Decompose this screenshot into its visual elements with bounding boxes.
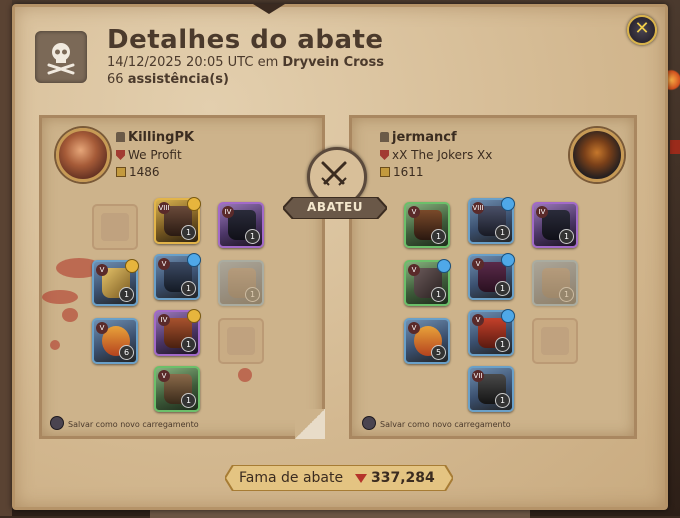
- victim-card: jermancf xX The Jokers Xx 1611 V1 VIII 1 …: [349, 115, 637, 439]
- kill-details-panel: Detalhes do abate 14/12/2025 20:05 UTC e…: [12, 4, 668, 510]
- paper-curl: [295, 409, 325, 439]
- killer-name-text: KillingPK: [128, 130, 195, 145]
- blood-splatter: [238, 368, 252, 382]
- killer-card: KillingPK We Profit 1486 VIII 1 IV 1 V1 V1: [39, 115, 325, 439]
- page-title: Detalhes do abate: [107, 25, 384, 55]
- killer-potion-item[interactable]: V6: [92, 318, 138, 364]
- victim-head-item[interactable]: VIII 1: [468, 197, 515, 244]
- killer-head-item[interactable]: VIII 1: [154, 197, 201, 244]
- victim-shoes-item[interactable]: V1: [468, 309, 515, 356]
- killer-mount-item[interactable]: V1: [154, 366, 200, 412]
- save-loadout-icon: [362, 416, 376, 430]
- victim-avatar[interactable]: [570, 128, 624, 182]
- kill-location: Dryvein Cross: [282, 55, 384, 70]
- blood-splatter: [50, 340, 60, 350]
- victim-potion-item[interactable]: V5: [404, 318, 450, 364]
- victim-chest-item[interactable]: V1: [468, 253, 515, 300]
- close-icon: ✕: [634, 18, 650, 39]
- victim-mount-item[interactable]: VII 1: [468, 366, 514, 412]
- victim-save-loadout[interactable]: Salvar como novo carregamento: [362, 416, 511, 430]
- location-prefix: em: [257, 55, 279, 70]
- killer-cape-item[interactable]: IV 1: [218, 202, 264, 248]
- victim-name-text: jermancf: [392, 130, 457, 145]
- victim-save-loadout-label: Salvar como novo carregamento: [380, 420, 511, 429]
- close-button[interactable]: ✕: [627, 15, 657, 45]
- verdict-label: ABATEU: [307, 200, 363, 214]
- lock-icon: [380, 132, 389, 142]
- victim-item-power-text: 1611: [393, 165, 424, 179]
- fame-value: 337,284: [371, 470, 435, 486]
- victim-item-power: 1611: [380, 165, 424, 179]
- kill-fame-banner: Fama de abate 337,284: [225, 465, 453, 491]
- skull-icon: [35, 31, 87, 83]
- blood-splatter: [62, 308, 78, 322]
- guild-shield-icon: [116, 150, 125, 160]
- killer-shoes-item[interactable]: IV 1: [154, 309, 201, 356]
- save-loadout-icon: [50, 416, 64, 430]
- empty-bag-slot: [92, 204, 138, 250]
- lock-icon: [116, 132, 125, 142]
- victim-name[interactable]: jermancf: [380, 130, 457, 145]
- victim-cape-item[interactable]: IV 1: [532, 202, 578, 248]
- killer-offhand-item[interactable]: 1: [218, 260, 264, 306]
- killer-name[interactable]: KillingPK: [116, 130, 194, 145]
- assists-line: 66 assistência(s): [107, 72, 229, 87]
- guild-shield-icon: [380, 150, 389, 160]
- empty-food-slot: [532, 318, 578, 364]
- kill-time-location: 14/12/2025 20:05 UTC em Dryvein Cross: [107, 55, 384, 70]
- killer-chest-item[interactable]: V1: [154, 253, 201, 300]
- assists-count: 66: [107, 72, 124, 87]
- item-power-icon: [116, 167, 126, 177]
- panel-notch: [253, 4, 285, 14]
- killer-save-loadout-label: Salvar como novo carregamento: [68, 420, 199, 429]
- victim-weapon-item[interactable]: V1: [404, 259, 451, 306]
- killer-weapon-item[interactable]: V1: [92, 259, 139, 306]
- killer-item-power-text: 1486: [129, 165, 160, 179]
- victim-guild-text: xX The Jokers Xx: [392, 148, 493, 162]
- victim-guild: xX The Jokers Xx: [380, 148, 492, 162]
- verdict-banner: ABATEU: [283, 197, 387, 219]
- killer-guild: We Profit: [116, 148, 182, 162]
- kill-datetime: 14/12/2025 20:05 UTC: [107, 55, 254, 70]
- killer-guild-text: We Profit: [128, 148, 182, 162]
- blood-splatter: [42, 290, 78, 304]
- item-power-icon: [380, 167, 390, 177]
- killer-save-loadout[interactable]: Salvar como novo carregamento: [50, 416, 199, 430]
- background-side: [0, 0, 12, 516]
- killer-avatar[interactable]: [56, 128, 110, 182]
- victim-offhand-item[interactable]: 1: [532, 260, 578, 306]
- background-ornament: [670, 140, 680, 154]
- empty-food-slot: [218, 318, 264, 364]
- victim-bag-item[interactable]: V1: [404, 202, 450, 248]
- fame-label: Fama de abate: [239, 470, 344, 486]
- assists-label: assistência(s): [127, 72, 229, 87]
- killer-item-power: 1486: [116, 165, 160, 179]
